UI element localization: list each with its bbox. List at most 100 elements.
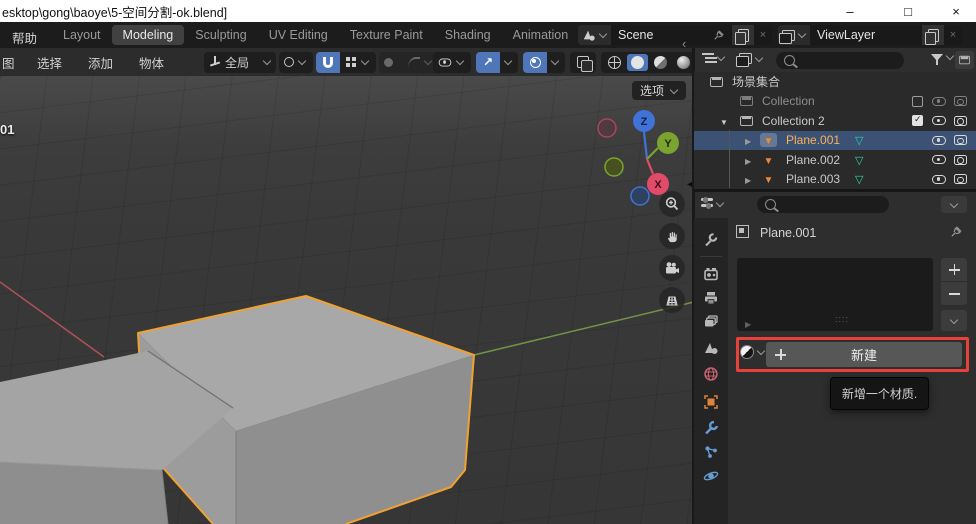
- resize-grip[interactable]: ::::: [835, 314, 849, 324]
- tab-world[interactable]: [694, 362, 728, 386]
- menu-select[interactable]: 选择: [24, 53, 75, 72]
- neg-y-axis-handle[interactable]: [605, 158, 623, 176]
- shading-material-button[interactable]: [650, 54, 671, 71]
- maximize-button[interactable]: □: [888, 0, 928, 22]
- new-scene-button[interactable]: [732, 25, 754, 45]
- outliner-viewlayer-dropdown[interactable]: [739, 53, 763, 64]
- tab-scene[interactable]: [694, 336, 728, 360]
- hide-eye-icon[interactable]: [932, 155, 946, 164]
- material-specials-dropdown[interactable]: [941, 310, 967, 331]
- properties-options-dropdown[interactable]: [941, 196, 967, 213]
- shading-solid-button[interactable]: [627, 54, 648, 71]
- row-collection-2[interactable]: Collection 2: [694, 111, 976, 131]
- remove-material-slot-button[interactable]: [941, 282, 967, 305]
- shading-rendered-button[interactable]: [673, 54, 694, 71]
- tab-modifiers[interactable]: [694, 416, 728, 440]
- snap-toggle-button[interactable]: [316, 52, 340, 73]
- mesh-data-icon: [855, 172, 863, 186]
- camera-view-button[interactable]: [659, 255, 685, 281]
- tab-render[interactable]: [694, 262, 728, 286]
- hide-eye-icon[interactable]: [932, 97, 946, 106]
- tab-view-layer[interactable]: [694, 310, 728, 334]
- tab-layout[interactable]: Layout: [52, 25, 112, 45]
- tab-shading[interactable]: Shading: [434, 25, 502, 45]
- expand-arrow-icon[interactable]: [745, 133, 751, 147]
- unlink-scene-button[interactable]: ×: [754, 25, 772, 45]
- transform-controls: 全局: [204, 52, 439, 73]
- outliner-filter-dropdown[interactable]: [931, 53, 954, 61]
- render-camera-icon[interactable]: [954, 155, 967, 165]
- tab-modeling[interactable]: Modeling: [112, 25, 185, 45]
- exclude-checkbox[interactable]: [912, 115, 923, 126]
- row-plane-003[interactable]: Plane.003: [694, 170, 976, 190]
- row-scene-collection[interactable]: 场景集合: [694, 72, 976, 92]
- object-visibility-dropdown[interactable]: [433, 52, 471, 73]
- close-button[interactable]: ×: [936, 0, 976, 22]
- pivot-point-dropdown[interactable]: [279, 52, 313, 73]
- row-plane-002[interactable]: Plane.002: [694, 150, 976, 170]
- show-overlays-toggle[interactable]: [523, 52, 547, 73]
- row-plane-001[interactable]: Plane.001: [694, 131, 976, 151]
- menu-add[interactable]: 添加: [75, 53, 126, 72]
- overlays-dropdown[interactable]: [547, 52, 565, 73]
- proportional-edit-toggle[interactable]: [379, 52, 403, 73]
- slot-expand-icon[interactable]: [745, 316, 751, 330]
- xray-toggle[interactable]: [570, 52, 596, 73]
- chevron-down-icon: [298, 58, 306, 66]
- remove-viewlayer-button[interactable]: ×: [944, 25, 962, 45]
- neg-z-axis-handle[interactable]: [631, 187, 649, 205]
- viewport-3d[interactable]: 选项 01 Z Y X: [0, 76, 694, 524]
- tab-sculpting[interactable]: Sculpting: [184, 25, 257, 45]
- scene-icon-dropdown[interactable]: [578, 25, 611, 45]
- perspective-toggle-button[interactable]: [659, 287, 685, 313]
- add-material-slot-button[interactable]: [941, 258, 967, 281]
- tab-tool[interactable]: [694, 228, 728, 252]
- pan-tool-button[interactable]: [659, 223, 685, 249]
- viewlayer-icon-dropdown[interactable]: [778, 25, 810, 45]
- tab-animation[interactable]: Animation: [502, 25, 580, 45]
- outliner-display-mode-dropdown[interactable]: [702, 53, 725, 63]
- render-camera-icon[interactable]: [954, 174, 967, 184]
- snap-with-dropdown[interactable]: [340, 52, 376, 73]
- pin-icon[interactable]: [950, 225, 963, 238]
- new-viewlayer-button[interactable]: [922, 25, 944, 45]
- shading-wireframe-button[interactable]: [604, 54, 625, 71]
- hide-eye-icon[interactable]: [932, 175, 946, 184]
- expand-arrow-icon[interactable]: [745, 172, 751, 186]
- tab-uv-editing[interactable]: UV Editing: [258, 25, 339, 45]
- gizmo-dropdown[interactable]: [500, 52, 518, 73]
- row-collection[interactable]: Collection: [694, 92, 976, 112]
- expand-arrow-icon[interactable]: [745, 153, 751, 167]
- sidebar-collapse-chevron[interactable]: ‹: [682, 36, 686, 51]
- menu-object[interactable]: 物体: [126, 53, 177, 72]
- hide-eye-icon[interactable]: [932, 136, 946, 145]
- viewlayer-name-field[interactable]: ViewLayer: [810, 25, 922, 45]
- material-slot-list[interactable]: ::::: [737, 258, 933, 331]
- tab-texture-paint[interactable]: Texture Paint: [339, 25, 434, 45]
- transform-orientation-dropdown[interactable]: 全局: [204, 52, 276, 73]
- outliner-search-input[interactable]: [776, 52, 904, 69]
- chevron-down-icon: [551, 58, 559, 66]
- pin-icon[interactable]: [713, 29, 725, 41]
- tab-particles[interactable]: [694, 440, 728, 464]
- editor-type-dropdown[interactable]: [701, 198, 724, 209]
- tab-physics[interactable]: [694, 464, 728, 488]
- options-dropdown[interactable]: 选项: [632, 81, 686, 100]
- properties-search-input[interactable]: [757, 196, 889, 213]
- neg-x-axis-handle[interactable]: [598, 119, 616, 137]
- help-menu[interactable]: 帮助: [6, 26, 43, 49]
- expand-arrow-icon[interactable]: [720, 114, 728, 128]
- menu-view[interactable]: 图: [0, 53, 24, 72]
- render-camera-icon[interactable]: [954, 96, 967, 106]
- zoom-tool-button[interactable]: [659, 191, 685, 217]
- minimize-button[interactable]: –: [830, 0, 870, 22]
- scene-name-field[interactable]: Scene: [611, 25, 732, 45]
- tab-object[interactable]: [694, 390, 728, 414]
- render-camera-icon[interactable]: [954, 116, 967, 126]
- tab-output[interactable]: [694, 286, 728, 310]
- hide-eye-icon[interactable]: [932, 116, 946, 125]
- render-camera-icon[interactable]: [954, 135, 967, 145]
- exclude-checkbox[interactable]: [912, 96, 923, 107]
- show-gizmo-toggle[interactable]: [476, 52, 500, 73]
- new-collection-button[interactable]: [955, 51, 974, 69]
